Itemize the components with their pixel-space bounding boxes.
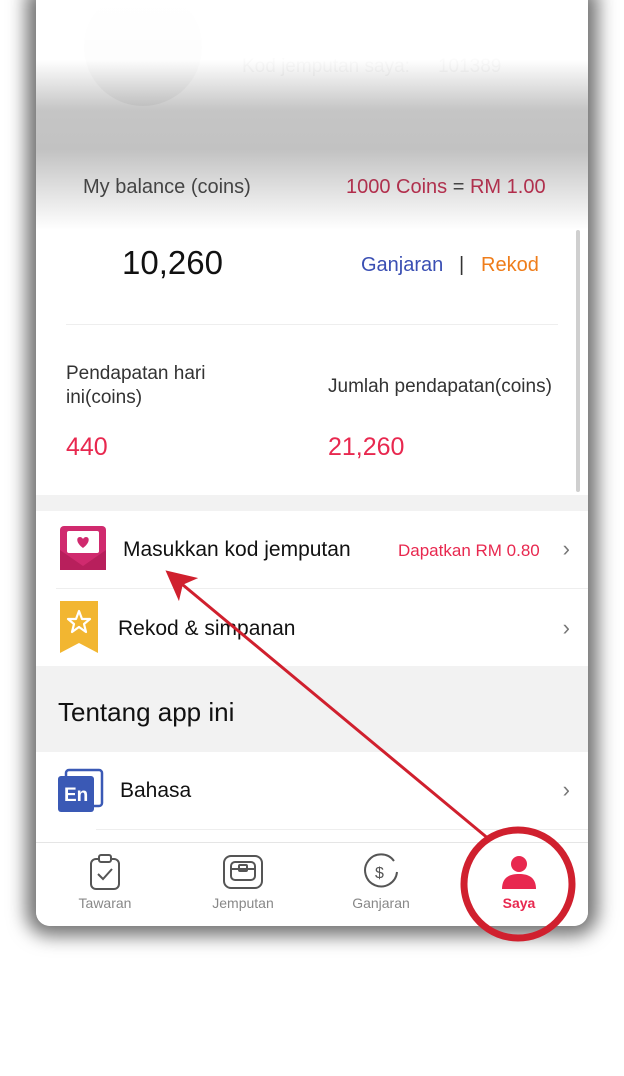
- nav-tawaran[interactable]: Tawaran: [36, 843, 174, 926]
- gift-box-icon: [223, 855, 263, 889]
- language-label: Bahasa: [120, 779, 192, 802]
- nav-label: Jemputan: [212, 895, 274, 911]
- today-earnings-label: Pendapatan hari ini(coins): [66, 363, 206, 408]
- svg-text:$: $: [375, 865, 384, 882]
- section-gap: [36, 495, 588, 511]
- rate-coins: 1000 Coins: [346, 176, 448, 198]
- star-badge-icon: [60, 601, 98, 653]
- total-earnings-value: 21,260: [328, 433, 405, 461]
- exchange-rate: 1000 Coins = RM 1.00: [346, 176, 546, 199]
- divider: [96, 829, 588, 830]
- invite-code-row: Kod jemputan saya: 101389: [242, 56, 501, 78]
- rate-rm: RM 1.00: [469, 176, 546, 198]
- balance-value: 10,260: [122, 244, 223, 281]
- divider: [66, 324, 558, 325]
- language-row[interactable]: En Bahasa ›: [36, 752, 588, 830]
- invite-code-label: Kod jemputan saya:: [242, 56, 410, 77]
- invite-reward-text: Dapatkan RM 0.80: [398, 541, 540, 560]
- today-earnings-value: 440: [66, 433, 108, 461]
- phone-screen: Kod jemputan saya: 101389 My balance (coi…: [36, 0, 588, 926]
- nav-label: Ganjaran: [352, 895, 410, 911]
- records-savings-row[interactable]: Rekod & simpanan ›: [36, 589, 588, 666]
- chevron-right-icon: ›: [562, 615, 570, 640]
- scrollbar[interactable]: [576, 230, 580, 492]
- invite-code-value: 101389: [437, 56, 502, 77]
- person-icon: [502, 856, 536, 889]
- language-icon-text: En: [64, 785, 88, 806]
- ganjaran-link[interactable]: Ganjaran: [361, 254, 443, 277]
- about-section-header: Tentang app ini: [36, 666, 588, 752]
- nav-ganjaran[interactable]: $ Ganjaran: [312, 843, 450, 926]
- avatar[interactable]: [84, 0, 202, 106]
- records-savings-label: Rekod & simpanan: [118, 617, 296, 640]
- language-en-icon: En: [58, 768, 104, 812]
- chevron-right-icon: ›: [562, 777, 570, 802]
- link-separator: |: [459, 254, 465, 276]
- bottom-nav: Tawaran Jemputan $ Ganjaran Saya: [36, 842, 588, 926]
- dollar-coin-icon: $: [364, 853, 398, 888]
- nav-saya[interactable]: Saya: [450, 843, 588, 926]
- about-title: Tentang app ini: [58, 697, 235, 727]
- envelope-heart-icon: [60, 526, 106, 570]
- nav-label: Tawaran: [78, 895, 132, 911]
- chevron-right-icon: ›: [562, 536, 570, 561]
- rate-equals: =: [447, 176, 470, 198]
- rekod-link[interactable]: Rekod: [481, 254, 539, 277]
- balance-label: My balance (coins): [83, 176, 251, 198]
- enter-invite-code-label: Masukkan kod jemputan: [123, 538, 351, 561]
- enter-invite-code-row[interactable]: Masukkan kod jemputan Dapatkan RM 0.80 ›: [36, 511, 588, 588]
- clipboard-check-icon: [90, 854, 120, 890]
- total-earnings-label: Jumlah pendapatan(coins): [328, 376, 552, 397]
- nav-label: Saya: [502, 895, 536, 911]
- nav-jemputan[interactable]: Jemputan: [174, 843, 312, 926]
